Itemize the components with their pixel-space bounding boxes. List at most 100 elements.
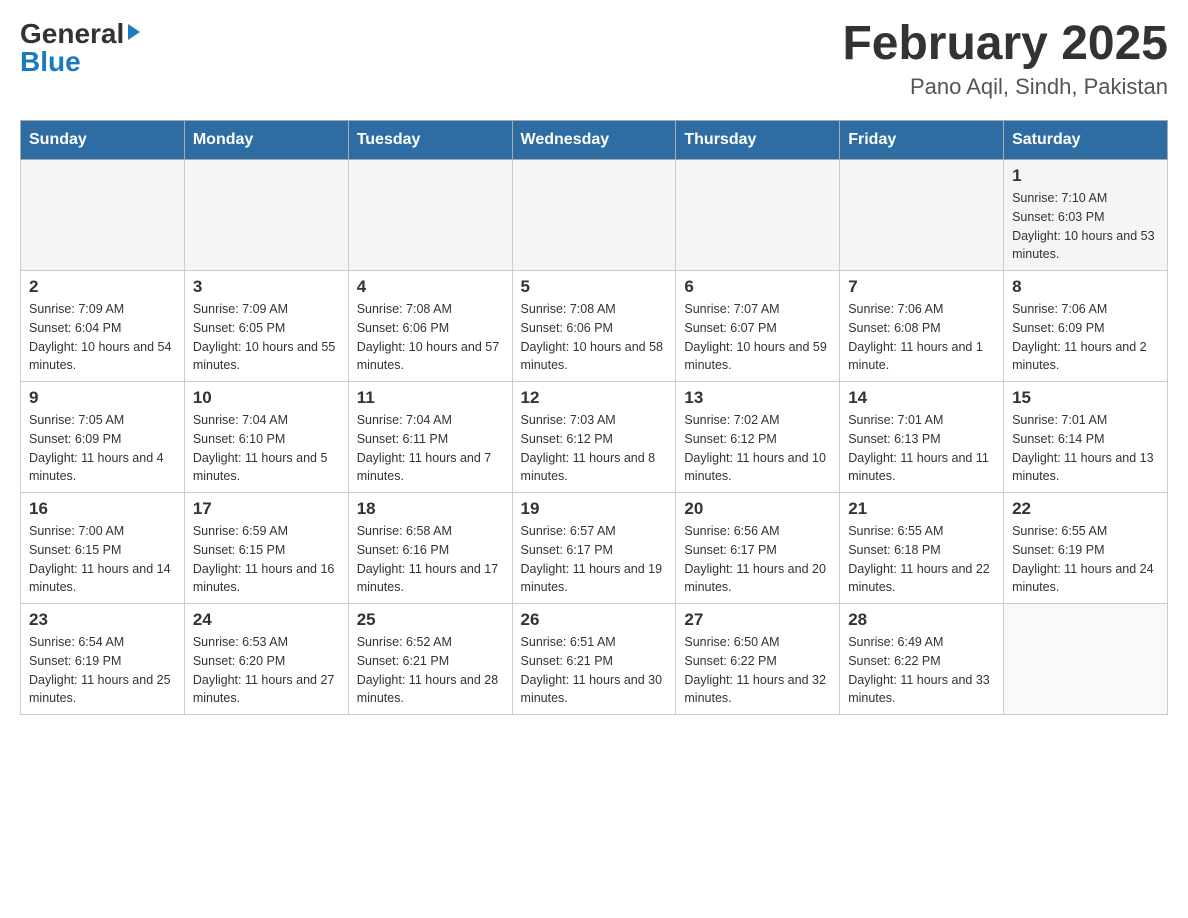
day-number: 2 xyxy=(29,277,176,297)
day-number: 11 xyxy=(357,388,504,408)
day-info: Sunrise: 6:55 AM Sunset: 6:19 PM Dayligh… xyxy=(1012,522,1159,597)
day-info: Sunrise: 7:04 AM Sunset: 6:11 PM Dayligh… xyxy=(357,411,504,486)
day-number: 10 xyxy=(193,388,340,408)
calendar-week-row: 16 Sunrise: 7:00 AM Sunset: 6:15 PM Dayli… xyxy=(21,493,1168,604)
calendar-day-cell xyxy=(348,160,512,271)
calendar-day-cell: 8 Sunrise: 7:06 AM Sunset: 6:09 PM Daylig… xyxy=(1004,271,1168,382)
day-info: Sunrise: 7:06 AM Sunset: 6:08 PM Dayligh… xyxy=(848,300,995,375)
day-number: 9 xyxy=(29,388,176,408)
day-number: 17 xyxy=(193,499,340,519)
day-number: 5 xyxy=(521,277,668,297)
day-of-week-header: Saturday xyxy=(1004,121,1168,160)
day-number: 15 xyxy=(1012,388,1159,408)
logo-blue-text: Blue xyxy=(20,48,81,76)
day-number: 23 xyxy=(29,610,176,630)
day-info: Sunrise: 7:09 AM Sunset: 6:05 PM Dayligh… xyxy=(193,300,340,375)
day-info: Sunrise: 6:56 AM Sunset: 6:17 PM Dayligh… xyxy=(684,522,831,597)
calendar-day-cell: 2 Sunrise: 7:09 AM Sunset: 6:04 PM Daylig… xyxy=(21,271,185,382)
day-info: Sunrise: 7:09 AM Sunset: 6:04 PM Dayligh… xyxy=(29,300,176,375)
calendar-day-cell: 4Sunrise: 7:08 AM Sunset: 6:06 PM Daylig… xyxy=(348,271,512,382)
day-number: 18 xyxy=(357,499,504,519)
day-of-week-header: Sunday xyxy=(21,121,185,160)
day-number: 20 xyxy=(684,499,831,519)
day-number: 27 xyxy=(684,610,831,630)
day-info: Sunrise: 7:04 AM Sunset: 6:10 PM Dayligh… xyxy=(193,411,340,486)
day-of-week-header: Friday xyxy=(840,121,1004,160)
day-number: 13 xyxy=(684,388,831,408)
day-number: 6 xyxy=(684,277,831,297)
day-info: Sunrise: 7:02 AM Sunset: 6:12 PM Dayligh… xyxy=(684,411,831,486)
day-number: 3 xyxy=(193,277,340,297)
calendar-week-row: 9Sunrise: 7:05 AM Sunset: 6:09 PM Daylig… xyxy=(21,382,1168,493)
day-of-week-header: Tuesday xyxy=(348,121,512,160)
calendar-day-cell: 11 Sunrise: 7:04 AM Sunset: 6:11 PM Dayli… xyxy=(348,382,512,493)
calendar-table: SundayMondayTuesdayWednesdayThursdayFrid… xyxy=(20,120,1168,715)
day-info: Sunrise: 6:50 AM Sunset: 6:22 PM Dayligh… xyxy=(684,633,831,708)
calendar-header-row: SundayMondayTuesdayWednesdayThursdayFrid… xyxy=(21,121,1168,160)
calendar-day-cell: 10 Sunrise: 7:04 AM Sunset: 6:10 PM Dayli… xyxy=(184,382,348,493)
calendar-day-cell: 13 Sunrise: 7:02 AM Sunset: 6:12 PM Dayli… xyxy=(676,382,840,493)
day-number: 4 xyxy=(357,277,504,297)
calendar-day-cell: 14 Sunrise: 7:01 AM Sunset: 6:13 PM Dayli… xyxy=(840,382,1004,493)
calendar-day-cell xyxy=(512,160,676,271)
day-info: Sunrise: 7:00 AM Sunset: 6:15 PM Dayligh… xyxy=(29,522,176,597)
calendar-day-cell xyxy=(840,160,1004,271)
day-number: 22 xyxy=(1012,499,1159,519)
day-number: 25 xyxy=(357,610,504,630)
day-info: Sunrise: 6:58 AM Sunset: 6:16 PM Dayligh… xyxy=(357,522,504,597)
day-info: Sunrise: 7:01 AM Sunset: 6:13 PM Dayligh… xyxy=(848,411,995,486)
calendar-day-cell: 1Sunrise: 7:10 AM Sunset: 6:03 PM Daylig… xyxy=(1004,160,1168,271)
calendar-day-cell: 15 Sunrise: 7:01 AM Sunset: 6:14 PM Dayli… xyxy=(1004,382,1168,493)
location-text: Pano Aqil, Sindh, Pakistan xyxy=(842,74,1168,100)
day-of-week-header: Wednesday xyxy=(512,121,676,160)
calendar-week-row: 1Sunrise: 7:10 AM Sunset: 6:03 PM Daylig… xyxy=(21,160,1168,271)
calendar-day-cell: 23 Sunrise: 6:54 AM Sunset: 6:19 PM Dayli… xyxy=(21,604,185,715)
day-info: Sunrise: 7:08 AM Sunset: 6:06 PM Dayligh… xyxy=(521,300,668,375)
calendar-day-cell: 28 Sunrise: 6:49 AM Sunset: 6:22 PM Dayli… xyxy=(840,604,1004,715)
calendar-day-cell: 19 Sunrise: 6:57 AM Sunset: 6:17 PM Dayli… xyxy=(512,493,676,604)
calendar-week-row: 2 Sunrise: 7:09 AM Sunset: 6:04 PM Daylig… xyxy=(21,271,1168,382)
day-info: Sunrise: 6:59 AM Sunset: 6:15 PM Dayligh… xyxy=(193,522,340,597)
calendar-day-cell: 20 Sunrise: 6:56 AM Sunset: 6:17 PM Dayli… xyxy=(676,493,840,604)
calendar-day-cell: 25Sunrise: 6:52 AM Sunset: 6:21 PM Dayli… xyxy=(348,604,512,715)
day-number: 24 xyxy=(193,610,340,630)
day-number: 28 xyxy=(848,610,995,630)
day-number: 19 xyxy=(521,499,668,519)
day-number: 8 xyxy=(1012,277,1159,297)
logo: General Blue xyxy=(20,20,140,76)
calendar-day-cell xyxy=(21,160,185,271)
calendar-day-cell: 3 Sunrise: 7:09 AM Sunset: 6:05 PM Daylig… xyxy=(184,271,348,382)
logo-general-text: General xyxy=(20,20,124,48)
day-info: Sunrise: 6:55 AM Sunset: 6:18 PM Dayligh… xyxy=(848,522,995,597)
calendar-day-cell xyxy=(184,160,348,271)
month-title: February 2025 xyxy=(842,20,1168,68)
day-info: Sunrise: 7:01 AM Sunset: 6:14 PM Dayligh… xyxy=(1012,411,1159,486)
day-info: Sunrise: 6:54 AM Sunset: 6:19 PM Dayligh… xyxy=(29,633,176,708)
calendar-day-cell: 17 Sunrise: 6:59 AM Sunset: 6:15 PM Dayli… xyxy=(184,493,348,604)
calendar-day-cell: 12Sunrise: 7:03 AM Sunset: 6:12 PM Dayli… xyxy=(512,382,676,493)
calendar-day-cell: 7 Sunrise: 7:06 AM Sunset: 6:08 PM Daylig… xyxy=(840,271,1004,382)
day-number: 14 xyxy=(848,388,995,408)
calendar-day-cell: 24 Sunrise: 6:53 AM Sunset: 6:20 PM Dayli… xyxy=(184,604,348,715)
day-info: Sunrise: 6:49 AM Sunset: 6:22 PM Dayligh… xyxy=(848,633,995,708)
calendar-day-cell: 26Sunrise: 6:51 AM Sunset: 6:21 PM Dayli… xyxy=(512,604,676,715)
day-info: Sunrise: 7:10 AM Sunset: 6:03 PM Dayligh… xyxy=(1012,189,1159,264)
calendar-day-cell xyxy=(676,160,840,271)
day-info: Sunrise: 6:51 AM Sunset: 6:21 PM Dayligh… xyxy=(521,633,668,708)
calendar-day-cell: 21 Sunrise: 6:55 AM Sunset: 6:18 PM Dayli… xyxy=(840,493,1004,604)
day-of-week-header: Monday xyxy=(184,121,348,160)
calendar-week-row: 23 Sunrise: 6:54 AM Sunset: 6:19 PM Dayli… xyxy=(21,604,1168,715)
day-number: 21 xyxy=(848,499,995,519)
calendar-day-cell: 16 Sunrise: 7:00 AM Sunset: 6:15 PM Dayli… xyxy=(21,493,185,604)
day-info: Sunrise: 6:53 AM Sunset: 6:20 PM Dayligh… xyxy=(193,633,340,708)
day-info: Sunrise: 7:07 AM Sunset: 6:07 PM Dayligh… xyxy=(684,300,831,375)
calendar-day-cell: 5 Sunrise: 7:08 AM Sunset: 6:06 PM Daylig… xyxy=(512,271,676,382)
day-number: 16 xyxy=(29,499,176,519)
calendar-day-cell: 27 Sunrise: 6:50 AM Sunset: 6:22 PM Dayli… xyxy=(676,604,840,715)
day-of-week-header: Thursday xyxy=(676,121,840,160)
calendar-day-cell: 22 Sunrise: 6:55 AM Sunset: 6:19 PM Dayli… xyxy=(1004,493,1168,604)
day-info: Sunrise: 6:57 AM Sunset: 6:17 PM Dayligh… xyxy=(521,522,668,597)
calendar-day-cell: 9Sunrise: 7:05 AM Sunset: 6:09 PM Daylig… xyxy=(21,382,185,493)
day-number: 7 xyxy=(848,277,995,297)
day-info: Sunrise: 7:06 AM Sunset: 6:09 PM Dayligh… xyxy=(1012,300,1159,375)
